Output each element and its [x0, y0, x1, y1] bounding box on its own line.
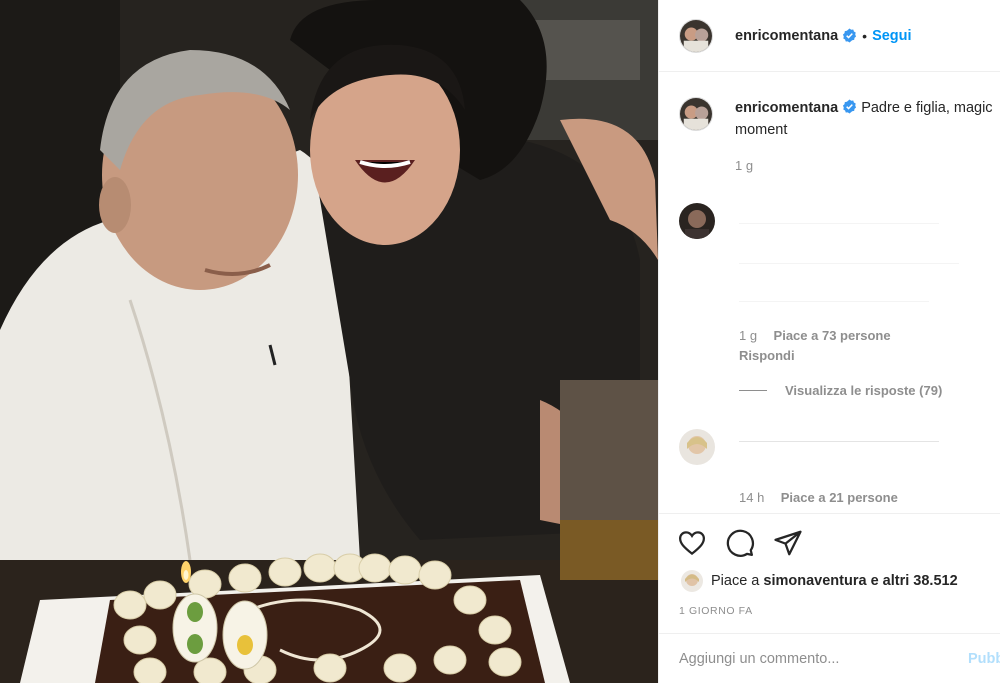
redacted-comment-text: [739, 301, 929, 302]
comments-list[interactable]: enricomentana Padre e figlia, magic mome…: [659, 73, 1000, 513]
add-comment-bar: Pubblica: [659, 633, 1000, 683]
comment-icon[interactable]: [725, 528, 755, 558]
caption-time[interactable]: 1 g: [735, 155, 1000, 177]
redacted-comment-text: [739, 441, 939, 442]
post-actions: Piace a simonaventura e altri 38.512 1 G…: [659, 513, 1000, 633]
birthday-photo-illustration: [0, 0, 658, 683]
verified-badge-icon: [843, 99, 857, 114]
verified-badge-icon: [843, 28, 857, 43]
follow-button[interactable]: Segui: [872, 28, 911, 44]
caption-text-block: enricomentana Padre e figlia, magic mome…: [735, 97, 1000, 177]
post-date[interactable]: 1 GIORNO FA: [679, 605, 753, 617]
reply-button[interactable]: Rispondi: [739, 348, 891, 363]
comment-likes[interactable]: Piace a 73 persone: [774, 328, 891, 343]
commenter-avatar[interactable]: [679, 429, 715, 465]
comment-meta: 1 g Piace a 73 persone Rispondi: [739, 327, 891, 363]
liked-by-user[interactable]: simonaventura: [763, 573, 866, 589]
post-header: enricomentana • Segui: [659, 0, 1000, 72]
separator-dot: •: [862, 27, 868, 44]
liked-by-avatar[interactable]: [681, 570, 703, 592]
caption-username[interactable]: enricomentana: [735, 100, 838, 116]
caption-avatar[interactable]: [679, 97, 713, 131]
caption-row: enricomentana Padre e figlia, magic mome…: [679, 97, 1000, 177]
view-replies-button[interactable]: Visualizza le risposte (79): [739, 383, 942, 398]
publish-button[interactable]: Pubblica: [968, 651, 1000, 667]
comment-time[interactable]: 14 h: [739, 490, 764, 505]
heart-icon[interactable]: [677, 528, 707, 558]
post-details-panel: enricomentana • Segui enricomentana Padr…: [658, 0, 1000, 683]
comment-meta: 14 h Piace a 21 persone: [739, 489, 898, 507]
action-icons: [677, 528, 803, 558]
commenter-avatar[interactable]: [679, 203, 715, 239]
comment-input[interactable]: [679, 650, 959, 667]
liked-by-prefix: Piace a: [711, 573, 760, 589]
redacted-comment-text: [739, 263, 959, 264]
post-photo[interactable]: [0, 0, 658, 683]
view-replies-label: Visualizza le risposte (79): [785, 383, 943, 398]
comment-likes[interactable]: Piace a 21 persone: [781, 490, 898, 505]
liked-by-count[interactable]: e altri 38.512: [871, 573, 958, 589]
redacted-comment-text: [739, 223, 939, 224]
author-avatar[interactable]: [679, 18, 713, 53]
share-icon[interactable]: [773, 528, 803, 558]
author-username[interactable]: enricomentana: [735, 28, 838, 44]
comment-time[interactable]: 1 g: [739, 328, 757, 343]
replies-divider: [739, 390, 767, 391]
liked-by-row: Piace a simonaventura e altri 38.512: [681, 570, 958, 592]
